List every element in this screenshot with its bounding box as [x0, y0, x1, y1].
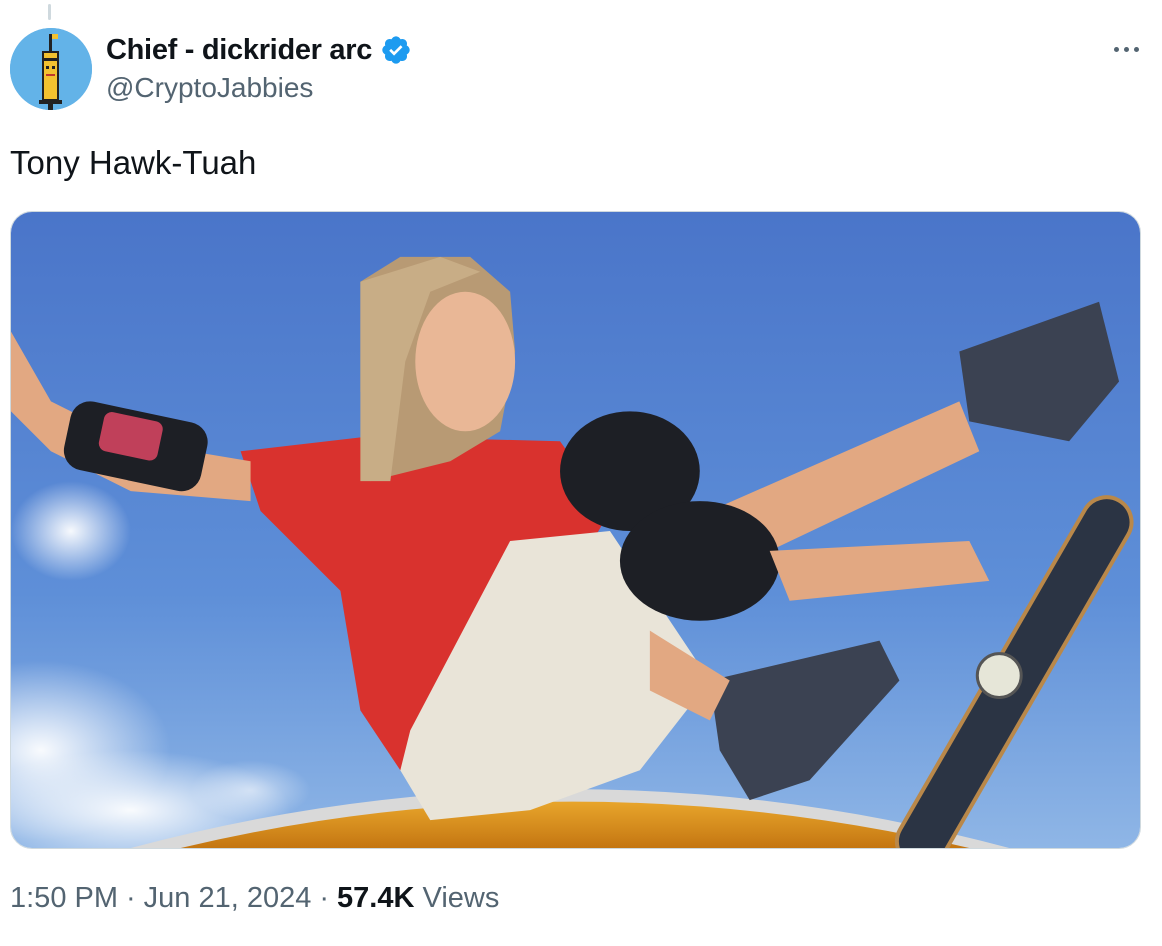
display-name-row: Chief - dickrider arc — [106, 30, 412, 70]
skateboarder-photo — [11, 212, 1140, 848]
meta-separator: · — [126, 882, 136, 914]
tweet-date-link[interactable]: Jun 21, 2024 — [144, 882, 312, 914]
meta-separator: · — [319, 882, 330, 914]
author-handle[interactable]: @CryptoJabbies — [106, 72, 412, 104]
author-info: Chief - dickrider arc @CryptoJabbies — [106, 30, 412, 104]
tweet-meta: 1:50 PM · Jun 21, 2024 · 57.4K Views — [10, 882, 499, 915]
views-label: Views — [422, 882, 500, 914]
author-avatar[interactable] — [10, 28, 92, 110]
verified-badge-icon[interactable] — [380, 34, 412, 66]
thread-connector-line — [48, 4, 51, 20]
views-count: 57.4K — [337, 882, 415, 914]
tweet-card: Chief - dickrider arc @CryptoJabbies Ton… — [0, 0, 1162, 946]
tweet-media-image[interactable] — [10, 211, 1141, 849]
tweet-time-link[interactable]: 1:50 PM — [10, 882, 118, 914]
author-display-name[interactable]: Chief - dickrider arc — [106, 34, 372, 67]
more-options-icon[interactable] — [1106, 34, 1146, 64]
tweet-text: Tony Hawk-Tuah — [10, 144, 257, 181]
pixel-syringe-avatar-icon — [10, 28, 92, 110]
